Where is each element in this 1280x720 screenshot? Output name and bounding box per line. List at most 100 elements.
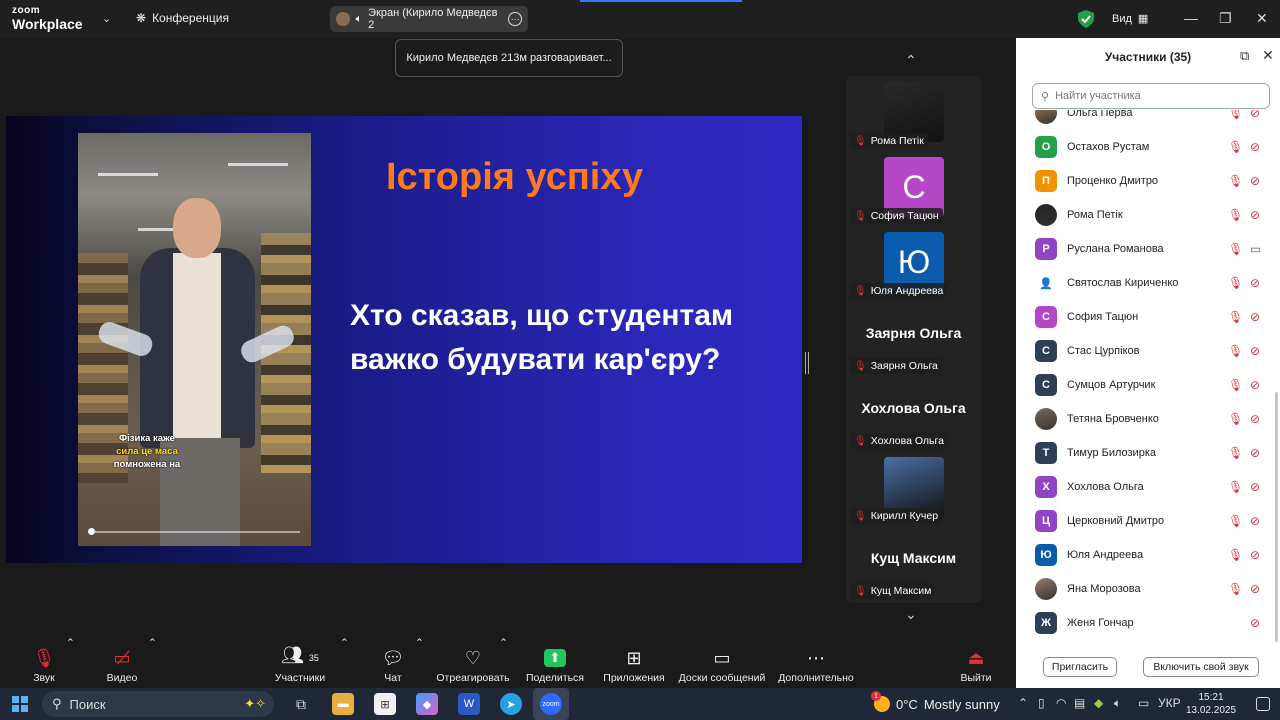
invite-label: Пригласить	[1051, 661, 1109, 673]
camera-off-icon: ⊘	[1250, 514, 1261, 528]
notifications-icon[interactable]	[1256, 697, 1270, 711]
audio-button[interactable]: 🎙︎ Звук	[26, 637, 62, 688]
view-button[interactable]: Вид ▦	[1112, 12, 1148, 26]
telegram-icon[interactable]: ➤	[500, 693, 522, 715]
tile-name-label: 🎙︎ Кирилл Кучер	[850, 508, 943, 524]
participants-button[interactable]: 👥︎ 35 Участники	[270, 637, 330, 688]
chevron-up-icon[interactable]: ⌃	[1018, 696, 1028, 710]
video-progress[interactable]	[90, 531, 300, 533]
chat-options-caret[interactable]: ⌃	[415, 637, 424, 653]
close-icon[interactable]: ✕	[1262, 47, 1274, 64]
speaker-icon[interactable]: 🔈︎	[1114, 696, 1121, 711]
battery-icon[interactable]: ▭	[1138, 696, 1149, 710]
taskbar-search[interactable]: ⚲ Поиск ✦✧	[42, 691, 274, 717]
react-options-caret[interactable]: ⌃	[499, 637, 508, 653]
participant-row[interactable]: С Сумцов Артурчик 🎙︎ ⊘	[1016, 368, 1274, 402]
whiteboards-button[interactable]: ▭ Доски сообщений	[676, 637, 768, 688]
participant-row[interactable]: Рома Петік 🎙︎ ⊘	[1016, 198, 1274, 232]
camera-off-icon: ⊘	[1250, 616, 1261, 630]
chevron-down-icon[interactable]: ⌄	[102, 12, 111, 25]
chevron-up-icon[interactable]: ⌃	[905, 52, 917, 69]
participant-row[interactable]: С Стас Цурпіков 🎙︎ ⊘	[1016, 334, 1274, 368]
apps-label: Приложения	[603, 672, 665, 684]
video-tile[interactable]: Ю 🎙︎ Юля Андреева	[846, 226, 981, 301]
clock-date: 13.02.2025	[1185, 705, 1237, 716]
video-options-caret[interactable]: ⌃	[148, 637, 157, 653]
embedded-video[interactable]: Фізика каже сила це маса помножена на	[78, 133, 311, 546]
weather-widget[interactable]: 1 0°C Mostly sunny	[871, 691, 1000, 712]
share-screen-button[interactable]: ⬆ Поделиться	[524, 637, 586, 688]
shield-icon[interactable]	[1078, 10, 1094, 28]
windows-start-icon[interactable]	[12, 696, 28, 712]
participant-name: Проценко Дмитро	[1067, 175, 1159, 187]
leave-button[interactable]: ⏏ Выйти	[956, 637, 996, 688]
video-tile[interactable]: Хохлова Ольга 🎙︎ Хохлова Ольга	[846, 376, 981, 451]
participant-name: Женя Гончар	[1067, 617, 1134, 629]
more-button[interactable]: ⋯ Дополнительно	[776, 637, 856, 688]
participant-row[interactable]: 👤 Святослав Кириченко 🎙︎ ⊘	[1016, 266, 1274, 300]
more-options-icon[interactable]: ···	[508, 12, 522, 26]
video-button[interactable]: ▭̸ Видео	[102, 637, 142, 688]
participant-row[interactable]: П Проценко Дмитро 🎙︎ ⊘	[1016, 164, 1274, 198]
video-label: Видео	[106, 672, 138, 684]
participant-row[interactable]: Р Руслана Романова 🎙︎ ▭	[1016, 232, 1274, 266]
participant-row[interactable]: Ю Юля Андреева 🎙︎ ⊘	[1016, 538, 1274, 572]
audio-options-caret[interactable]: ⌃	[66, 637, 75, 653]
chat-button[interactable]: 💬︎ Чат	[378, 637, 408, 688]
screen-share-pill[interactable]: 🔈︎ Экран (Кирило Медведєв 2 ···	[330, 6, 528, 32]
video-tile[interactable]: 🎙︎ Рома Петік	[846, 76, 981, 151]
maximize-icon[interactable]: ❐	[1219, 10, 1232, 27]
close-icon[interactable]: ✕	[1256, 10, 1268, 27]
store-icon[interactable]: ⊞	[374, 693, 396, 715]
minimize-icon[interactable]: —	[1184, 10, 1198, 26]
unmute-self-button[interactable]: Включить свой звук	[1143, 657, 1259, 677]
video-scrubber[interactable]	[88, 528, 95, 535]
invite-button[interactable]: Пригласить	[1043, 657, 1117, 677]
app-tray-icon[interactable]: ◆	[1094, 696, 1103, 710]
participant-row[interactable]: С София Тацюн 🎙︎ ⊘	[1016, 300, 1274, 334]
participant-name: Тимур Билозирка	[1067, 447, 1156, 459]
camera-off-icon: ⊘	[1250, 110, 1261, 120]
participant-row[interactable]: Т Тимур Билозирка 🎙︎ ⊘	[1016, 436, 1274, 470]
participants-options-caret[interactable]: ⌃	[340, 637, 349, 653]
search-icon: ⚲	[52, 696, 62, 711]
copilot-icon[interactable]: ◆	[416, 693, 438, 715]
participant-name: Ольга Перва	[1067, 110, 1133, 119]
network-icon[interactable]: ▤	[1074, 696, 1085, 710]
panel-scrollbar[interactable]	[1275, 392, 1278, 642]
clock[interactable]: 15:21 13.02.2025	[1180, 691, 1242, 717]
video-tile[interactable]: 🎙︎ Кирилл Кучер	[846, 451, 981, 526]
avatar	[1035, 110, 1057, 124]
file-explorer-icon[interactable]: ▬	[332, 693, 354, 715]
unmute-label: Включить свой звук	[1153, 661, 1249, 673]
participant-search-input[interactable]: ⚲ Найти участника	[1032, 83, 1270, 109]
video-tile[interactable]: Кущ Максим 🎙︎ Кущ Максим	[846, 526, 981, 601]
participant-row[interactable]: Тетяна Бровченко 🎙︎ ⊘	[1016, 402, 1274, 436]
apps-button[interactable]: ⊞ Приложения	[600, 637, 668, 688]
participant-row[interactable]: Х Хохлова Ольга 🎙︎ ⊘	[1016, 470, 1274, 504]
wifi-icon[interactable]: ◠	[1056, 696, 1066, 710]
video-tile[interactable]: Заярня Ольга 🎙︎ Заярня Ольга	[846, 301, 981, 376]
language-indicator[interactable]: УКР	[1158, 696, 1181, 710]
meeting-info-button[interactable]: ❋ Конференция	[136, 11, 229, 25]
chevron-down-icon[interactable]: ⌄	[905, 606, 917, 623]
zoom-app-icon[interactable]: zoom	[540, 693, 562, 715]
participant-row[interactable]: Ольга Перва 🎙︎ ⊘	[1016, 110, 1274, 130]
participant-row[interactable]: Ж Женя Гончар ⊘	[1016, 606, 1274, 640]
video-tile[interactable]: С 🎙︎ София Тацюн	[846, 151, 981, 226]
avatar: О	[1035, 136, 1057, 158]
logo-top-text: zoom	[12, 5, 41, 16]
tile-name-label: 🎙︎ Хохлова Ольга	[850, 433, 948, 449]
participant-row[interactable]: Яна Морозова 🎙︎ ⊘	[1016, 572, 1274, 606]
participant-row[interactable]: Ц Церковний Дмитро 🎙︎ ⊘	[1016, 504, 1274, 538]
usb-icon[interactable]: ▯	[1038, 696, 1045, 710]
participant-row[interactable]: О Остахов Рустам 🎙︎ ⊘	[1016, 130, 1274, 164]
camera-off-icon: ⊘	[1250, 582, 1261, 596]
resize-handle[interactable]	[805, 352, 809, 374]
mic-muted-icon: 🎙︎	[854, 585, 867, 597]
tile-name-label: 🎙︎ Заярня Ольга	[850, 358, 942, 374]
sun-icon: 1	[871, 691, 890, 712]
word-icon[interactable]: W	[458, 693, 480, 715]
task-view-icon[interactable]: ⧉	[290, 693, 312, 715]
popout-icon[interactable]: ⧉	[1240, 48, 1249, 64]
